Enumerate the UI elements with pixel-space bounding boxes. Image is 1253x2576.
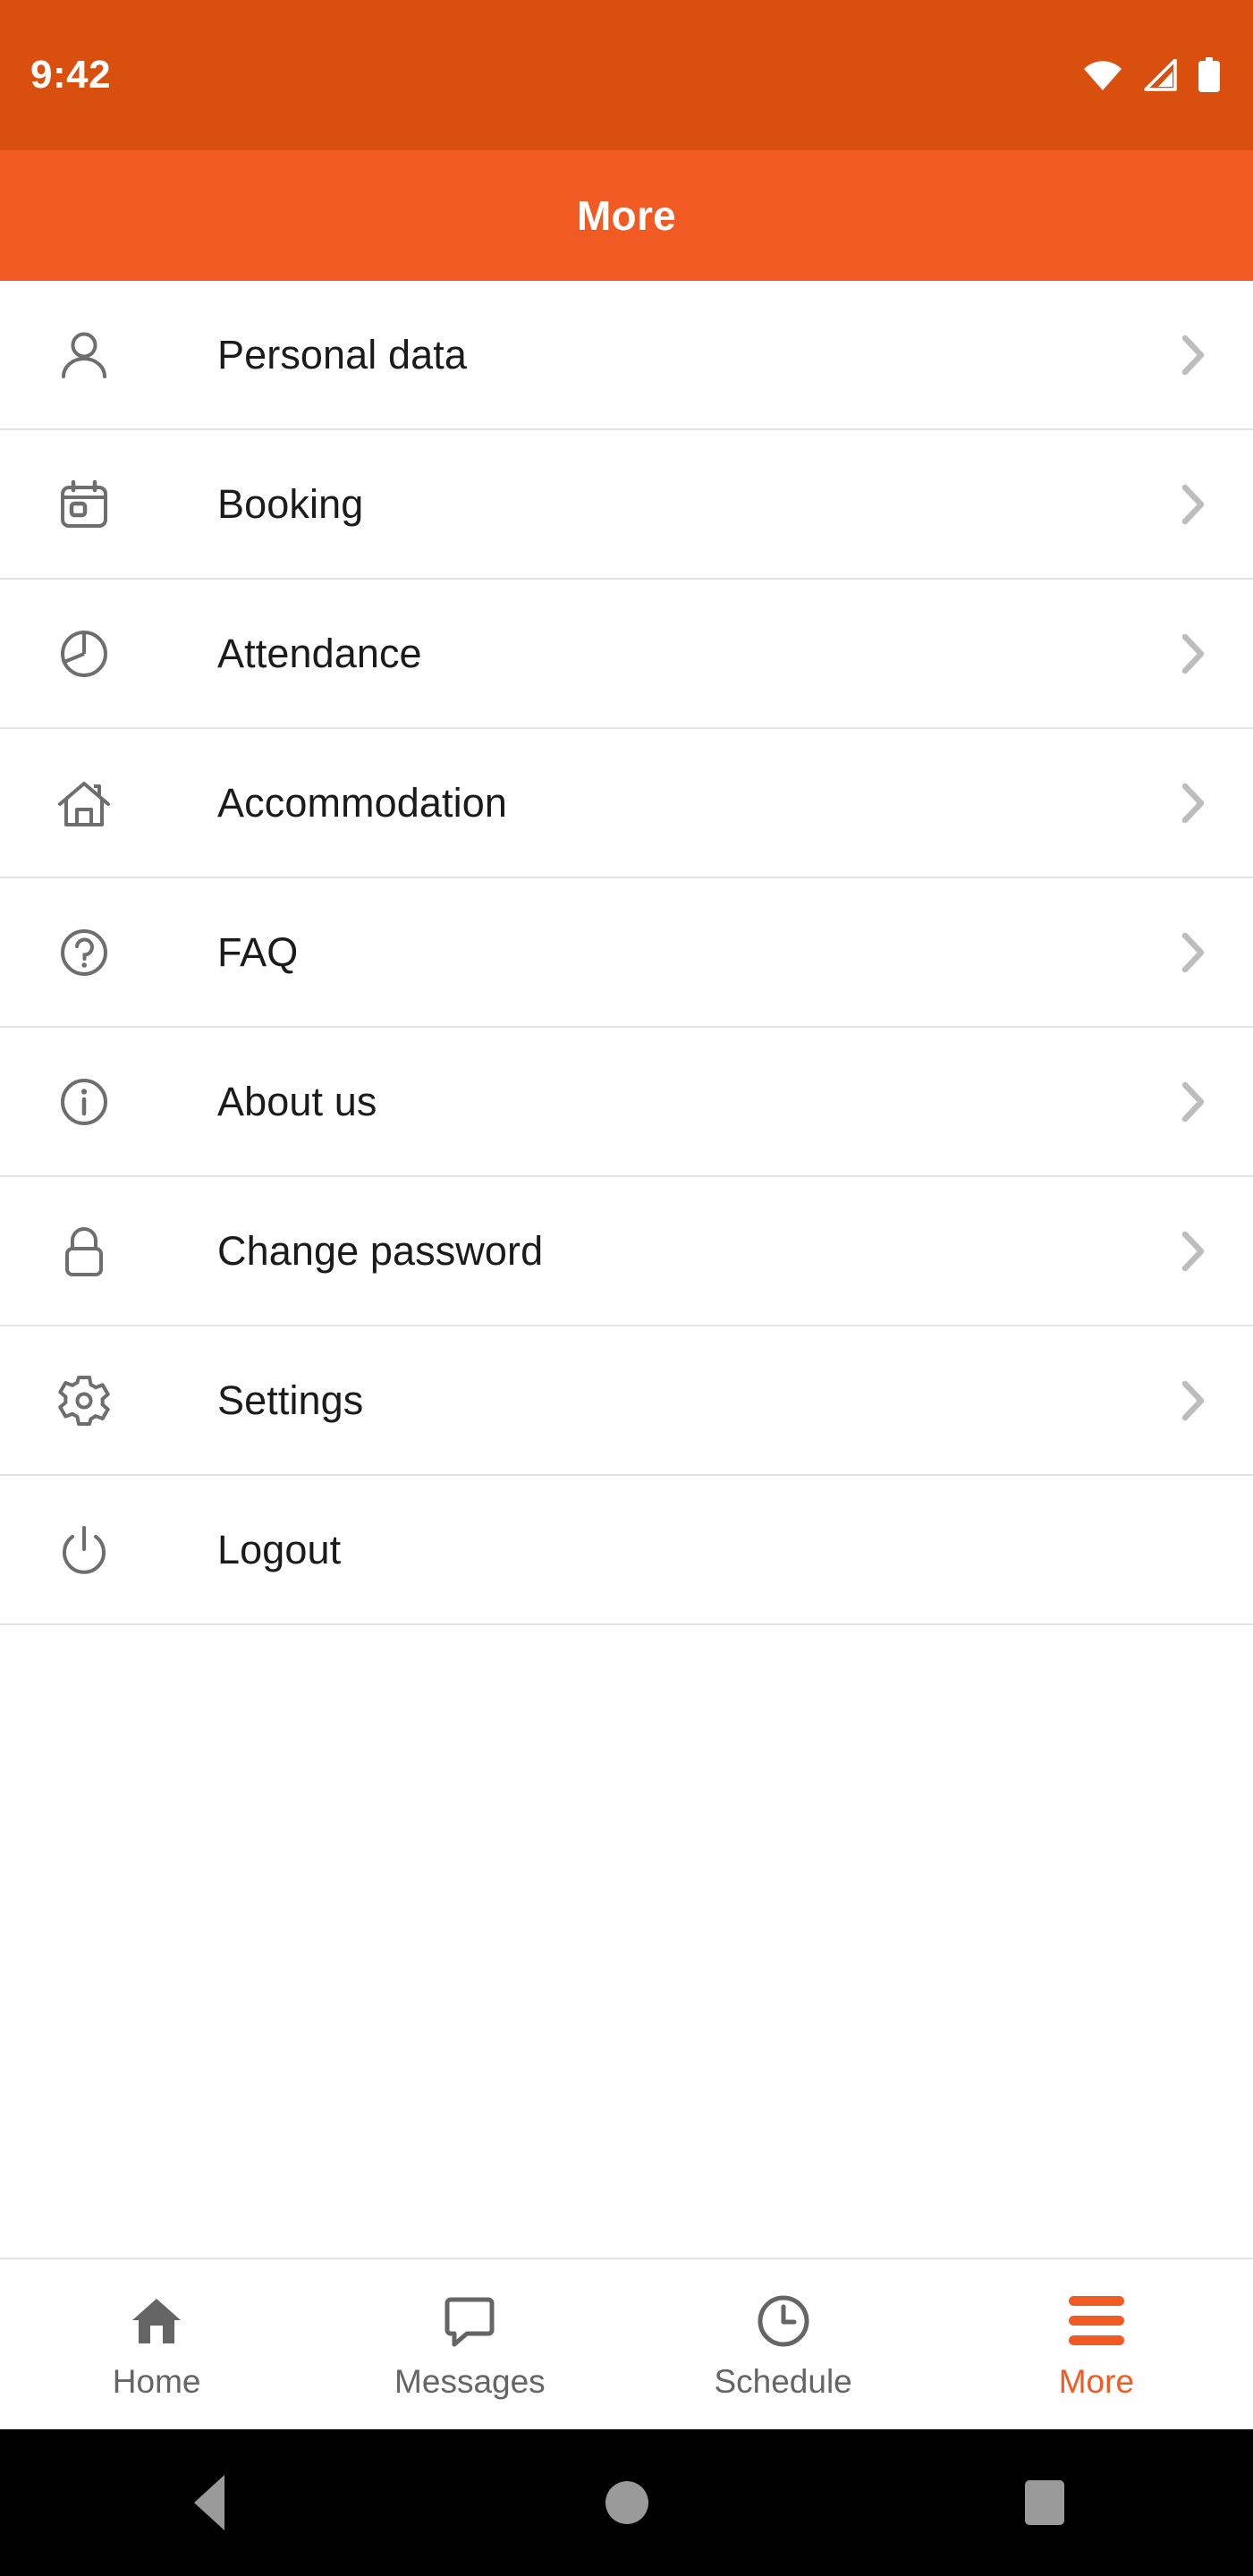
tab-schedule[interactable]: Schedule [627, 2259, 940, 2429]
chevron-right-icon [1173, 1379, 1214, 1422]
menu-item-booking[interactable]: Booking [0, 430, 1253, 580]
menu-item-about-us[interactable]: About us [0, 1028, 1253, 1177]
chevron-right-icon [1173, 483, 1214, 526]
cellular-signal-icon [1142, 59, 1178, 91]
menu-item-settings[interactable]: Settings [0, 1326, 1253, 1476]
home-filled-icon [129, 2292, 184, 2351]
status-bar-icons [1083, 57, 1221, 93]
app-header: More [0, 150, 1253, 281]
back-triangle-icon [193, 2475, 224, 2530]
chevron-right-icon [1173, 632, 1214, 675]
hamburger-menu-icon [1068, 2292, 1124, 2351]
recents-square-icon [1024, 2480, 1064, 2525]
menu-item-faq[interactable]: FAQ [0, 878, 1253, 1028]
menu-item-label: Booking [217, 481, 364, 527]
menu-item-label: Settings [217, 1377, 364, 1423]
recents-button[interactable] [835, 2480, 1253, 2525]
tab-home[interactable]: Home [0, 2259, 313, 2429]
wifi-icon [1083, 60, 1122, 90]
menu-item-change-password[interactable]: Change password [0, 1177, 1253, 1326]
clock-icon [757, 2292, 810, 2351]
phone-screen: 9:42 More Personal data Booking Attendan… [0, 0, 1253, 2576]
status-bar-clock: 9:42 [30, 53, 112, 97]
speech-bubble-icon [444, 2292, 495, 2351]
calendar-icon [49, 476, 119, 533]
menu-item-accommodation[interactable]: Accommodation [0, 729, 1253, 878]
person-icon [49, 326, 119, 384]
tab-label: Schedule [714, 2362, 852, 2400]
home-circle-icon [605, 2481, 648, 2524]
question-mark-circle-icon [49, 924, 119, 981]
tab-more[interactable]: More [940, 2259, 1253, 2429]
menu-item-label: FAQ [217, 929, 299, 975]
chevron-right-icon [1173, 334, 1214, 377]
menu-item-label: Change password [217, 1228, 544, 1274]
page-title: More [576, 192, 677, 239]
pie-chart-icon [49, 625, 119, 682]
menu-item-personal-data[interactable]: Personal data [0, 281, 1253, 430]
menu-item-label: Logout [217, 1527, 342, 1572]
tab-label: Messages [394, 2362, 546, 2400]
status-bar: 9:42 [0, 0, 1253, 150]
house-icon [49, 775, 119, 832]
battery-icon [1198, 57, 1221, 93]
android-system-nav [0, 2429, 1253, 2576]
home-button[interactable] [418, 2481, 835, 2524]
menu-item-attendance[interactable]: Attendance [0, 580, 1253, 729]
tab-messages[interactable]: Messages [313, 2259, 626, 2429]
bottom-tab-bar: Home Messages Schedule More [0, 2258, 1253, 2429]
menu-item-logout[interactable]: Logout [0, 1476, 1253, 1625]
tab-label: More [1058, 2362, 1135, 2400]
more-menu-list: Personal data Booking Attendance Accommo… [0, 281, 1253, 2258]
chevron-right-icon [1173, 782, 1214, 825]
menu-item-label: Accommodation [217, 780, 507, 826]
tab-label: Home [112, 2362, 201, 2400]
menu-item-label: About us [217, 1079, 377, 1124]
chevron-right-icon [1173, 931, 1214, 974]
lock-icon [49, 1223, 119, 1280]
info-circle-icon [49, 1073, 119, 1131]
chevron-right-icon [1173, 1230, 1214, 1273]
gear-icon [49, 1372, 119, 1429]
back-button[interactable] [0, 2475, 418, 2530]
chevron-right-icon [1173, 1080, 1214, 1123]
menu-item-label: Personal data [217, 332, 467, 377]
power-icon [49, 1521, 119, 1579]
menu-item-label: Attendance [217, 631, 422, 676]
